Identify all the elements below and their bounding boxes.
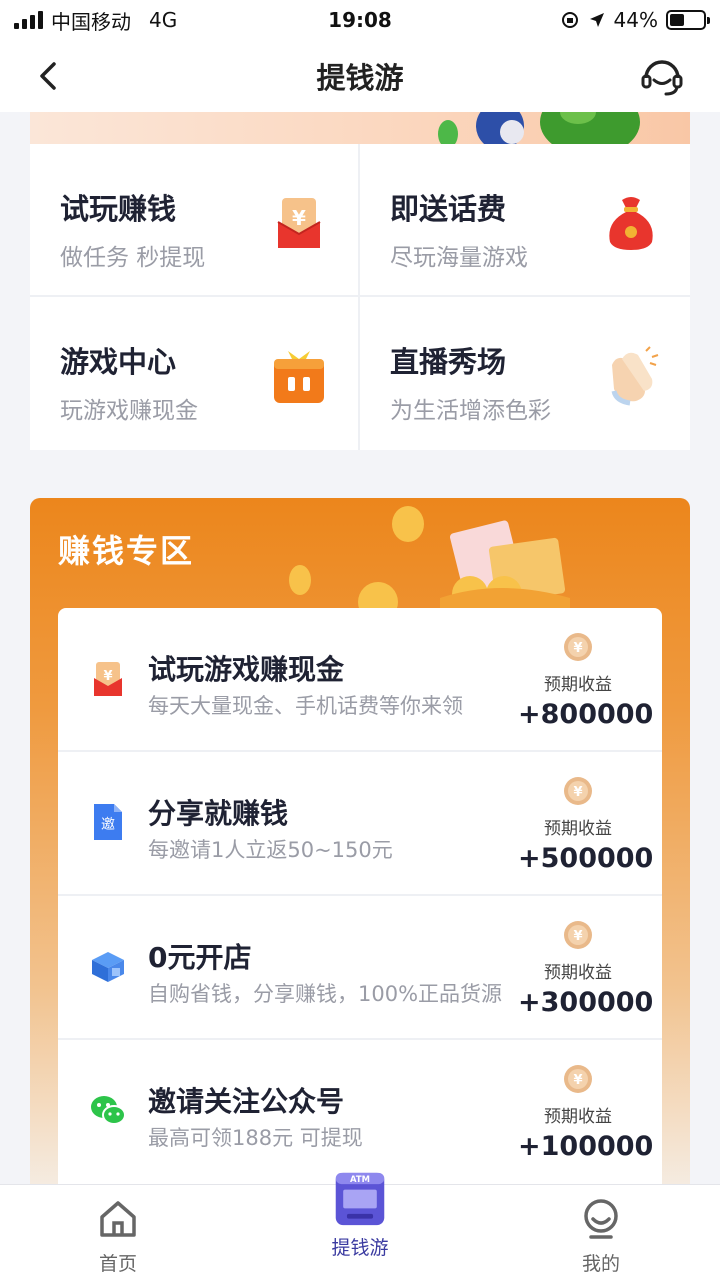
earn-item-share[interactable]: 邀 分享就赚钱 每邀请1人立返50~150元 ¥ 预期收益 +500000 xyxy=(58,752,662,896)
red-envelope-icon: ¥ xyxy=(94,662,122,696)
earn-item-open-shop[interactable]: 0元开店 自购省钱，分享赚钱，100%正品货源 ¥ 预期收益 +300000 xyxy=(58,896,662,1040)
banner[interactable] xyxy=(30,112,690,144)
earn-item-name: 邀请关注公众号 xyxy=(148,1085,345,1118)
feature-try-play[interactable]: 试玩赚钱 做任务 秒提现 ¥ xyxy=(30,144,360,297)
page-title: 提钱游 xyxy=(316,61,404,95)
atm-icon: ATM xyxy=(335,1172,385,1226)
yuan-glyph: ¥ xyxy=(292,206,306,230)
tab-mine[interactable]: 我的 xyxy=(541,1185,661,1280)
location-icon xyxy=(589,13,604,27)
earn-amount: +500000 xyxy=(518,843,654,874)
earn-reward: ¥ 预期收益 +800000 xyxy=(518,632,654,730)
coin-icon: ¥ xyxy=(564,921,592,949)
headset-icon xyxy=(641,60,683,96)
feature-live-show[interactable]: 直播秀场 为生活增添色彩 xyxy=(360,297,690,450)
status-bar: 中国移动 4G 19:08 44% xyxy=(0,0,720,40)
tab-label: 我的 xyxy=(581,1253,620,1275)
tab-withdraw-game[interactable]: ATM 提钱游 xyxy=(300,1172,420,1280)
invite-doc-icon: 邀 xyxy=(94,804,122,840)
battery-percent: 44% xyxy=(613,8,658,32)
coins-money-illustration-icon xyxy=(289,506,570,618)
earn-item-desc: 每邀请1人立返50~150元 xyxy=(148,838,393,862)
earn-item-try-game[interactable]: ¥ 试玩游戏赚现金 每天大量现金、手机话费等你来领 ¥ 预期收益 +800000 xyxy=(58,608,662,752)
tab-home[interactable]: 首页 xyxy=(58,1185,178,1280)
home-icon xyxy=(100,1201,136,1237)
back-arrow-icon xyxy=(40,62,56,90)
earn-list: ¥ 试玩游戏赚现金 每天大量现金、手机话费等你来领 ¥ 预期收益 +800000… xyxy=(58,608,662,1198)
feature-game-center[interactable]: 游戏中心 玩游戏赚现金 xyxy=(30,297,360,450)
earn-zone-title: 赚钱专区 xyxy=(58,532,195,570)
back-button[interactable] xyxy=(30,58,66,94)
earn-label: 预期收益 xyxy=(544,675,612,695)
earn-label: 预期收益 xyxy=(544,819,612,839)
status-left: 中国移动 4G xyxy=(14,6,177,35)
earn-label: 预期收益 xyxy=(544,1107,612,1127)
yuan-glyph: ¥ xyxy=(573,785,582,800)
customer-service-button[interactable] xyxy=(640,54,684,98)
earn-amount: +100000 xyxy=(518,1131,654,1162)
battery-fill xyxy=(670,14,685,26)
shop-icon xyxy=(92,952,124,982)
rotation-lock-icon xyxy=(561,12,578,28)
earn-reward: ¥ 预期收益 +500000 xyxy=(518,776,654,874)
invite-glyph: 邀 xyxy=(101,817,115,833)
earn-item-desc: 自购省钱，分享赚钱，100%正品货源 xyxy=(148,982,503,1006)
battery-icon xyxy=(666,10,710,30)
tab-label: 提钱游 xyxy=(331,1237,389,1259)
tab-label: 首页 xyxy=(98,1253,137,1275)
nav-bar: 提钱游 xyxy=(0,40,720,112)
earn-reward: ¥ 预期收益 +300000 xyxy=(518,920,654,1018)
earn-amount: +800000 xyxy=(518,699,654,730)
earn-amount: +300000 xyxy=(518,987,654,1018)
banner-art-icon xyxy=(438,112,640,144)
feature-grid: 试玩赚钱 做任务 秒提现 ¥ 即送话费 尽玩海量游戏 游戏中心 玩游戏赚现金 直… xyxy=(30,144,690,450)
game-box-icon xyxy=(274,351,324,403)
earn-item-name: 分享就赚钱 xyxy=(148,797,289,830)
status-right: 44% xyxy=(560,8,710,32)
earn-item-desc: 每天大量现金、手机话费等你来领 xyxy=(148,694,463,718)
lucky-bag-icon xyxy=(609,197,653,250)
earn-label: 预期收益 xyxy=(544,963,612,983)
feature-free-credit[interactable]: 即送话费 尽玩海量游戏 xyxy=(360,144,690,297)
earn-reward: ¥ 预期收益 +100000 xyxy=(518,1064,654,1162)
earn-item-desc: 最高可领188元 可提现 xyxy=(148,1126,363,1150)
coin-icon: ¥ xyxy=(564,777,592,805)
red-envelope-icon: ¥ xyxy=(277,198,321,248)
clapping-hands-icon xyxy=(611,346,659,406)
earn-zone: 赚钱专区 ¥ 试玩游戏赚现金 每天大量现金、手机话费等你来领 ¥ 预期收益 +8… xyxy=(30,498,690,1198)
tab-bar: 首页 ATM 提钱游 我的 xyxy=(0,1172,720,1280)
signal-icon xyxy=(14,11,43,29)
yuan-glyph: ¥ xyxy=(573,641,582,656)
atm-label: ATM xyxy=(350,1174,370,1184)
earn-item-name: 试玩游戏赚现金 xyxy=(148,653,345,686)
network-label: 4G xyxy=(149,8,178,32)
coin-icon: ¥ xyxy=(564,1065,592,1093)
profile-icon xyxy=(584,1199,618,1239)
wechat-icon xyxy=(91,1096,126,1125)
yuan-glyph: ¥ xyxy=(573,1073,582,1088)
coin-icon: ¥ xyxy=(564,633,592,661)
earn-item-name: 0元开店 xyxy=(148,941,252,974)
yuan-glyph: ¥ xyxy=(103,669,112,684)
yuan-glyph: ¥ xyxy=(573,929,582,944)
carrier-label: 中国移动 xyxy=(51,9,131,34)
